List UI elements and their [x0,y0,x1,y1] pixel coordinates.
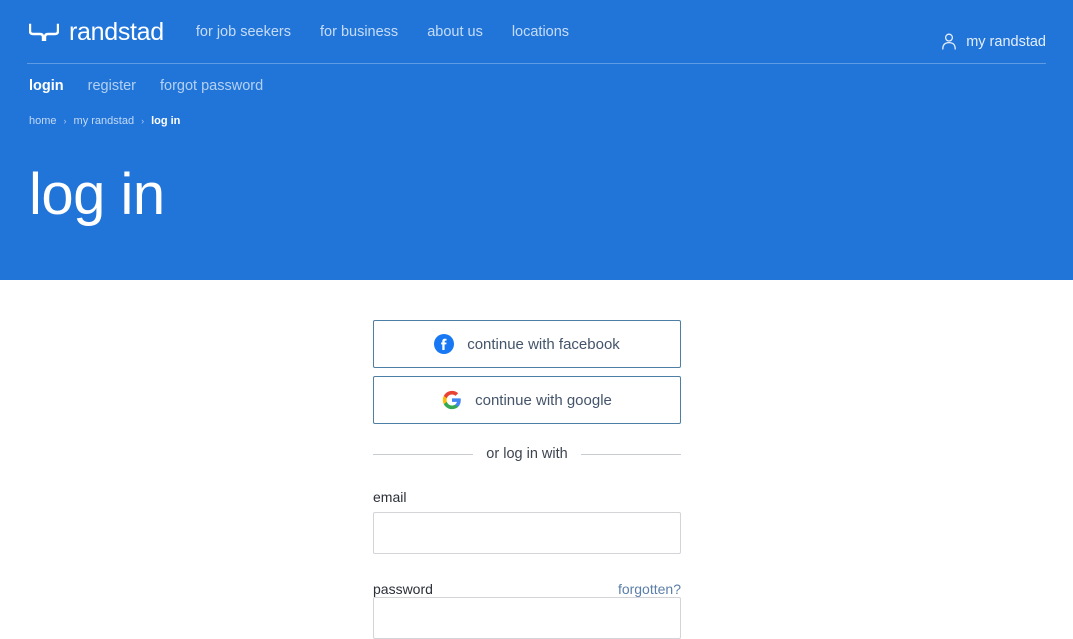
divider-line-left [373,453,474,455]
nav-item-for-business[interactable]: for business [320,24,398,40]
person-icon [941,33,957,50]
subnav-item-register[interactable]: register [88,78,136,94]
divider-label: or log in with [486,446,568,462]
breadcrumb-item-log-in: log in [151,115,181,127]
forgotten-password-link[interactable]: forgotten? [618,581,681,597]
continue-with-google-button[interactable]: continue with google [373,376,681,424]
breadcrumb-separator: › [141,116,145,126]
header-divider [27,63,1046,64]
continue-with-facebook-button[interactable]: continue with facebook [373,320,681,368]
brand-logo[interactable]: randstad [29,18,164,47]
top-header: randstad for job seekers for business ab… [0,0,1073,64]
login-form: continue with facebook continue with goo… [373,320,681,639]
nav-item-locations[interactable]: locations [512,24,569,40]
password-label: password [373,581,433,597]
breadcrumb-separator: › [63,116,67,126]
email-input[interactable] [373,512,681,554]
account-label: my randstad [966,33,1046,50]
facebook-icon [434,334,455,354]
my-randstad-account-button[interactable]: my randstad [941,33,1046,50]
nav-item-for-job-seekers[interactable]: for job seekers [196,24,291,40]
google-icon [442,390,462,410]
divider-line-right [580,453,681,455]
email-label: email [373,489,407,505]
subnav-item-forgot-password[interactable]: forgot password [160,78,263,94]
facebook-button-label: continue with facebook [467,335,620,353]
randstad-twin-arrow-icon [29,23,59,41]
page-title: log in [29,162,165,227]
google-button-label: continue with google [475,391,612,409]
subnav-item-login[interactable]: login [29,78,64,94]
main-navigation: for job seekers for business about us lo… [196,24,569,40]
or-divider: or log in with [373,446,681,462]
auth-subnav: login register forgot password [29,78,263,94]
breadcrumb-item-home[interactable]: home [29,115,57,127]
password-label-row: password forgotten? [373,581,681,597]
breadcrumb-item-my-randstad[interactable]: my randstad [74,115,135,127]
password-input[interactable] [373,597,681,639]
brand-name: randstad [69,17,164,46]
nav-item-about-us[interactable]: about us [427,24,483,40]
breadcrumb: home › my randstad › log in [29,115,180,127]
